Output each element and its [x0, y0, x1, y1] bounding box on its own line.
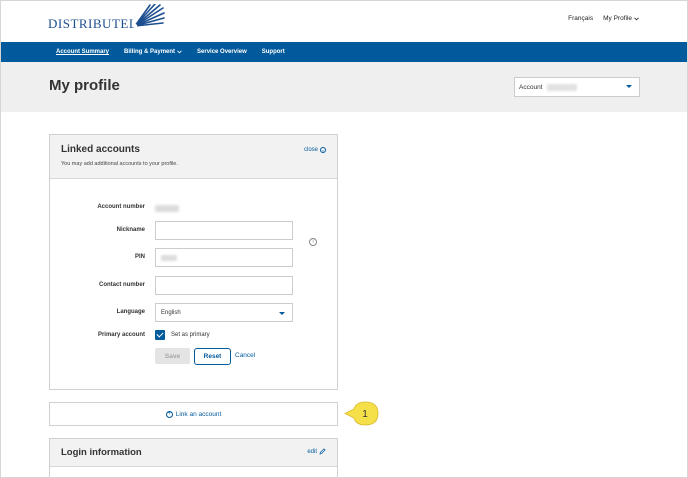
main-nav: Account Summary Billing & Payment Servic… — [1, 42, 687, 62]
my-profile-menu[interactable]: My Profile — [603, 15, 639, 22]
login-information-title: Login information — [61, 447, 142, 458]
login-information-card: Login information edit — [49, 438, 338, 477]
nickname-field[interactable] — [155, 221, 293, 240]
nav-billing-payment[interactable]: Billing & Payment — [124, 49, 182, 55]
nav-support[interactable]: Support — [262, 49, 285, 55]
redacted-pin — [161, 254, 177, 261]
top-links: Français My Profile — [568, 15, 639, 22]
link-account-label: Link an account — [175, 410, 222, 418]
chevron-down-icon — [634, 17, 639, 20]
linked-accounts-header: Linked accounts You may add additional a… — [50, 135, 337, 179]
caret-down-icon — [626, 85, 632, 88]
nav-billing-label: Billing & Payment — [124, 49, 176, 55]
link-account-button[interactable]: + Link an account — [49, 402, 338, 426]
logo-burst-icon — [133, 4, 166, 29]
logo-text: DISTRIBUTEL — [48, 16, 138, 31]
close-label: close — [303, 147, 318, 153]
edit-link[interactable]: edit — [307, 448, 326, 455]
language-label: Language — [116, 309, 145, 315]
nav-service-overview[interactable]: Service Overview — [197, 49, 247, 55]
chevron-down-icon — [177, 50, 182, 54]
my-profile-label: My Profile — [603, 15, 632, 22]
linked-accounts-subtitle: You may add additional accounts to your … — [61, 161, 178, 167]
language-select[interactable]: English — [155, 303, 293, 322]
contact-number-field[interactable] — [155, 276, 293, 295]
distributel-logo[interactable]: DISTRIBUTEL — [48, 4, 166, 35]
linked-accounts-title: Linked accounts — [61, 144, 140, 155]
account-select[interactable]: Account — [514, 77, 640, 97]
info-icon[interactable]: i — [309, 238, 317, 246]
close-link[interactable]: close × — [304, 147, 326, 153]
login-information-header: Login information edit — [50, 439, 337, 467]
step-callout-badge: 1 — [344, 401, 379, 426]
redacted-account-number — [546, 83, 577, 91]
nav-account-summary[interactable]: Account Summary — [56, 49, 109, 55]
plus-circle-icon: + — [165, 410, 173, 418]
callout-number: 1 — [362, 409, 368, 420]
account-number-label: Account number — [97, 204, 145, 210]
language-toggle-link[interactable]: Français — [568, 15, 593, 22]
set-primary-label: Set as primary — [171, 332, 210, 338]
pin-field[interactable] — [155, 248, 293, 267]
account-select-label: Account — [519, 83, 543, 91]
cancel-link[interactable]: Cancel — [235, 352, 255, 359]
pin-label: PIN — [134, 254, 145, 260]
nickname-label: Nickname — [116, 227, 145, 233]
set-primary-checkbox[interactable] — [155, 330, 165, 340]
save-button[interactable]: Save — [155, 348, 190, 364]
page-frame: DISTRIBUTEL Français My Profile Account … — [0, 0, 688, 478]
reset-button[interactable]: Reset — [194, 348, 231, 365]
edit-label: edit — [307, 448, 317, 455]
pencil-icon — [319, 448, 326, 455]
redacted-account-number-value — [155, 205, 179, 212]
language-value: English — [161, 309, 181, 316]
top-header: DISTRIBUTEL Français My Profile — [1, 1, 687, 42]
primary-account-label: Primary account — [97, 332, 145, 338]
linked-accounts-card: Linked accounts You may add additional a… — [49, 134, 338, 390]
contact-number-label: Contact number — [98, 282, 145, 288]
page-title: My profile — [49, 77, 120, 94]
close-circle-icon: × — [320, 147, 326, 153]
caret-down-icon — [279, 312, 285, 315]
